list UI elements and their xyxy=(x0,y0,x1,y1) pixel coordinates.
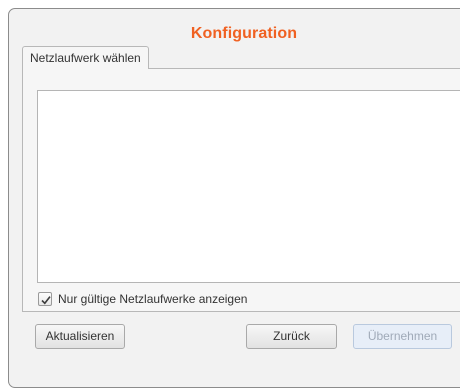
checkmark-icon xyxy=(41,296,51,305)
dialog-title: Konfiguration xyxy=(190,25,298,42)
refresh-button[interactable]: Aktualisieren xyxy=(35,324,125,349)
only-valid-drives-label: Nur gültige Netzlaufwerke anzeigen xyxy=(58,292,248,306)
back-button[interactable]: Zurück xyxy=(246,324,337,349)
only-valid-drives-option[interactable]: Nur gültige Netzlaufwerke anzeigen xyxy=(38,291,247,307)
tab-panel: Nur gültige Netzlaufwerke anzeigen xyxy=(22,68,460,312)
tab-select-network-drive[interactable]: Netzlaufwerk wählen xyxy=(22,46,149,69)
only-valid-drives-checkbox[interactable] xyxy=(38,292,52,306)
network-drive-list[interactable] xyxy=(37,90,460,283)
apply-button[interactable]: Übernehmen xyxy=(353,324,452,349)
